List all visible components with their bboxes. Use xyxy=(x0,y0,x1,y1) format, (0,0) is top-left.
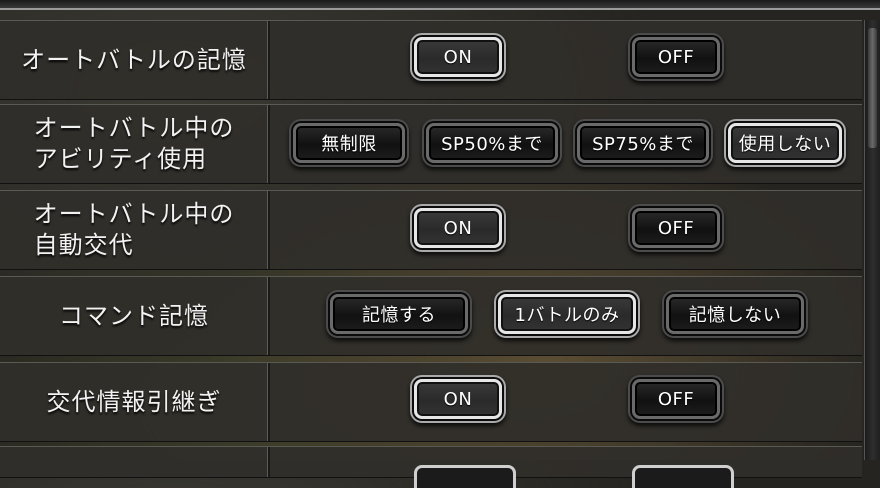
setting-row-ability-usage: オートバトル中の アビリティ使用 無制限 SP50%まで SP75%まで 使用し… xyxy=(0,104,862,184)
swap-info-off-button[interactable]: OFF xyxy=(632,379,720,419)
scrollbar-thumb[interactable] xyxy=(868,28,877,148)
ability-sp75-button[interactable]: SP75%まで xyxy=(577,123,709,163)
setting-label-cell: オートバトル中の アビリティ使用 xyxy=(0,105,270,183)
command-one-battle-button[interactable]: 1バトルのみ xyxy=(498,294,636,334)
button-label: SP75%まで xyxy=(592,134,694,155)
setting-label-cell xyxy=(0,447,270,477)
setting-label-cell: 交代情報引継ぎ xyxy=(0,363,270,441)
button-label: 記憶する xyxy=(362,305,436,326)
setting-row-partial xyxy=(0,446,862,488)
ability-sp50-button[interactable]: SP50%まで xyxy=(426,123,558,163)
setting-label: コマンド記憶 xyxy=(59,301,209,330)
button-label: 無制限 xyxy=(321,134,377,155)
button-label: ON xyxy=(443,46,473,68)
button-label: 1バトルのみ xyxy=(514,305,620,326)
autobattle-memory-off-button[interactable]: OFF xyxy=(632,37,720,77)
setting-label-cell: オートバトルの記憶 xyxy=(0,21,270,99)
button-label: OFF xyxy=(657,46,695,68)
setting-label: オートバトルの記憶 xyxy=(21,45,247,74)
setting-label: 交代情報引継ぎ xyxy=(46,387,222,416)
button-label: SP50%まで xyxy=(441,134,543,155)
button-label: ON xyxy=(443,388,473,410)
command-forget-button[interactable]: 記憶しない xyxy=(666,294,804,334)
button-label: OFF xyxy=(657,217,695,239)
setting-row-swap-info-carryover: 交代情報引継ぎ ON OFF xyxy=(0,362,862,442)
autobattle-memory-on-button[interactable]: ON xyxy=(414,37,502,77)
button-label: OFF xyxy=(657,388,695,410)
partial-on-button[interactable] xyxy=(414,465,516,488)
setting-label: オートバトル中の 自動交代 xyxy=(33,200,235,259)
setting-label-cell: コマンド記憶 xyxy=(0,277,270,355)
top-frame xyxy=(0,0,880,10)
button-label: 使用しない xyxy=(738,134,832,155)
setting-row-auto-swap: オートバトル中の 自動交代 ON OFF xyxy=(0,190,862,270)
partial-off-button[interactable] xyxy=(632,465,734,488)
auto-swap-off-button[interactable]: OFF xyxy=(632,208,720,248)
setting-row-autobattle-memory: オートバトルの記憶 ON OFF xyxy=(0,20,862,100)
ability-none-button[interactable]: 使用しない xyxy=(728,123,842,163)
setting-row-command-memory: コマンド記憶 記憶する 1バトルのみ 記憶しない xyxy=(0,276,862,356)
button-label: ON xyxy=(443,217,473,239)
setting-label-cell: オートバトル中の 自動交代 xyxy=(0,191,270,269)
button-label: 記憶しない xyxy=(688,305,782,326)
ability-unlimited-button[interactable]: 無制限 xyxy=(293,123,405,163)
auto-swap-on-button[interactable]: ON xyxy=(414,208,502,248)
command-remember-button[interactable]: 記憶する xyxy=(330,294,468,334)
swap-info-on-button[interactable]: ON xyxy=(414,379,502,419)
settings-scrollbar[interactable] xyxy=(864,20,880,460)
setting-label: オートバトル中の アビリティ使用 xyxy=(33,114,235,173)
